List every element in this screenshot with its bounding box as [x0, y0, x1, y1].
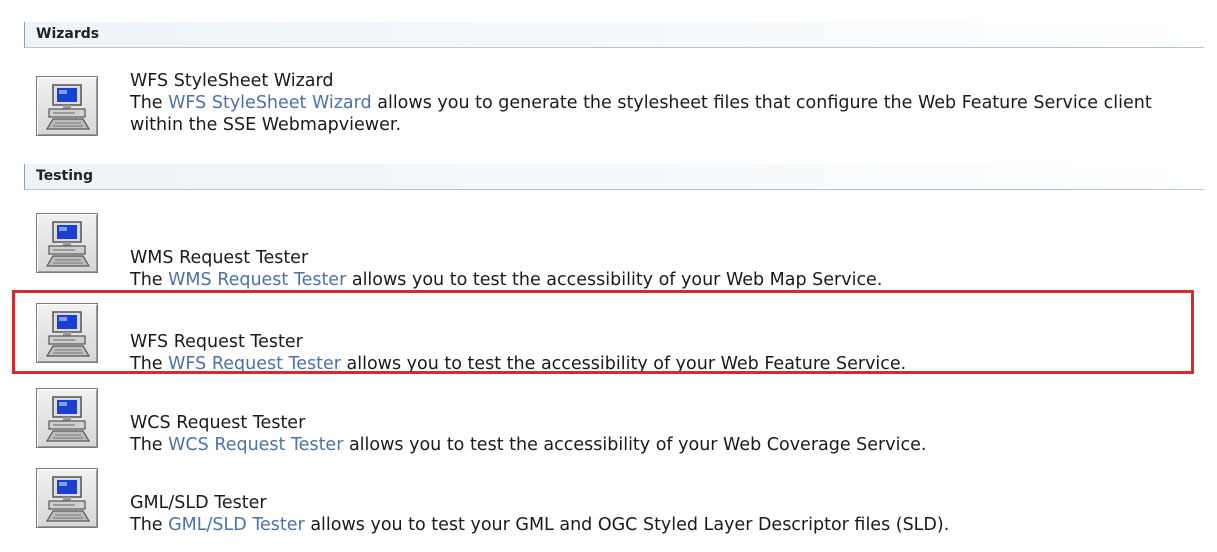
wcs-request-tester-button[interactable]: [36, 388, 98, 448]
tool-text: WMS Request Tester The WMS Request Teste…: [130, 247, 1194, 291]
desc-prefix: The: [130, 435, 169, 455]
tool-wcs-request-tester: WCS Request Tester The WCS Request Teste…: [36, 382, 1196, 462]
tool-text: GML/SLD Tester The GML/SLD Tester allows…: [130, 492, 1194, 536]
gml-sld-tester-link[interactable]: GML/SLD Tester: [168, 515, 305, 535]
desc-prefix: The: [130, 270, 169, 290]
tool-title: WFS StyleSheet Wizard: [130, 71, 334, 91]
computer-icon: [45, 84, 91, 130]
wms-request-tester-link[interactable]: WMS Request Tester: [168, 270, 346, 290]
wcs-request-tester-link[interactable]: WCS Request Tester: [168, 435, 343, 455]
tool-title: GML/SLD Tester: [130, 493, 267, 513]
desc-prefix: The: [130, 515, 169, 535]
section-label-testing: Testing: [36, 168, 93, 184]
tool-text: WFS StyleSheet Wizard The WFS StyleSheet…: [130, 70, 1194, 136]
wms-request-tester-button[interactable]: [36, 213, 98, 273]
tool-description: The WCS Request Tester allows you to tes…: [130, 435, 926, 455]
tool-wms-request-tester: WMS Request Tester The WMS Request Teste…: [36, 207, 1196, 290]
desc-prefix: The: [130, 93, 169, 113]
section-header-testing: Testing: [24, 164, 1204, 190]
computer-icon: [45, 221, 91, 267]
computer-icon: [45, 396, 91, 442]
section-header-wizards: Wizards: [24, 22, 1204, 48]
section-label-wizards: Wizards: [36, 26, 100, 42]
tool-description: The GML/SLD Tester allows you to test yo…: [130, 515, 949, 535]
desc-suffix: allows you to test your GML and OGC Styl…: [304, 515, 950, 535]
desc-suffix: allows you to test the accessibility of …: [346, 270, 883, 290]
tool-text: WCS Request Tester The WCS Request Teste…: [130, 412, 1194, 456]
tool-wfs-stylesheet-wizard: WFS StyleSheet Wizard The WFS StyleSheet…: [36, 70, 1196, 150]
tool-gml-sld-tester: GML/SLD Tester The GML/SLD Tester allows…: [36, 462, 1196, 542]
gml-sld-tester-button[interactable]: [36, 468, 98, 528]
computer-icon: [45, 476, 91, 522]
wfs-stylesheet-wizard-link[interactable]: WFS StyleSheet Wizard: [168, 93, 372, 113]
wfs-stylesheet-wizard-button[interactable]: [36, 76, 98, 136]
highlight-frame: [12, 290, 1194, 374]
tool-title: WCS Request Tester: [130, 413, 306, 433]
tool-title: WMS Request Tester: [130, 248, 309, 268]
desc-suffix: allows you to test the accessibility of …: [343, 435, 927, 455]
tool-description: The WFS StyleSheet Wizard allows you to …: [130, 93, 1152, 135]
tool-description: The WMS Request Tester allows you to tes…: [130, 270, 882, 290]
